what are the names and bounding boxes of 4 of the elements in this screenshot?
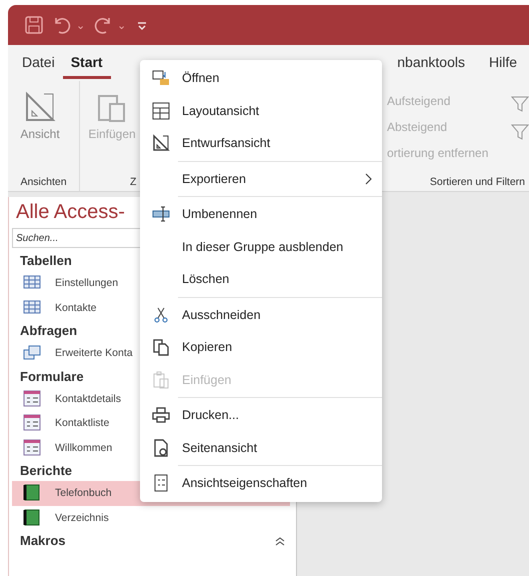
group-label: Sortieren und Filtern [430, 176, 525, 188]
group-label: Z [130, 176, 136, 188]
pane-title: Alle Access- [15, 200, 126, 225]
group-label: Ansichten [19, 176, 68, 188]
